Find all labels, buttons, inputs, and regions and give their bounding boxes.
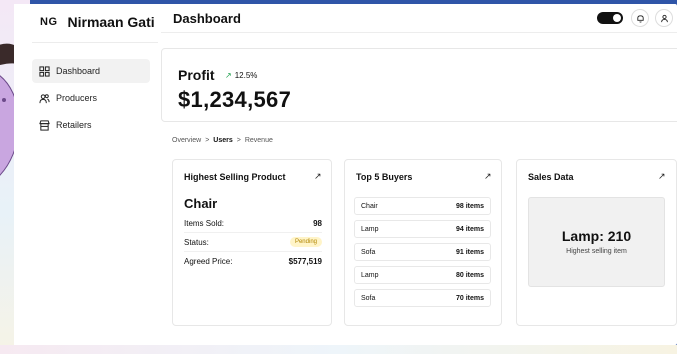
card-title: Top 5 Buyers [356, 172, 413, 182]
trend-up-icon: ↗ [225, 71, 232, 80]
buyer-name: Lamp [361, 225, 379, 233]
list-item[interactable]: Lamp 80 items [354, 266, 491, 284]
top-header: Dashboard [161, 4, 677, 32]
profit-value: $1,234,567 [178, 87, 292, 112]
detail-value: $577,519 [288, 257, 322, 266]
sidebar-divider [32, 42, 158, 43]
sales-main-value: Lamp: 210 [561, 228, 632, 244]
top-buyers-card: Top 5 Buyers ↗ Chair 98 items Lamp 94 it… [344, 159, 502, 326]
sidebar-item-label: Producers [56, 93, 98, 103]
store-icon [39, 119, 50, 131]
list-item[interactable]: Chair 98 items [354, 197, 491, 215]
external-link-icon[interactable]: ↗ [658, 171, 666, 182]
detail-label: Status: [184, 237, 209, 247]
detail-row-items-sold: Items Sold: 98 [184, 214, 322, 233]
page-title: Dashboard [173, 11, 241, 26]
sidebar-item-retailers[interactable]: Retailers [32, 113, 150, 137]
app-window: NG Nirmaan Gati Dashboard Producers Reta… [14, 4, 677, 345]
highest-selling-card: Highest Selling Product ↗ Chair Items So… [172, 159, 332, 326]
sidebar-item-label: Dashboard [56, 66, 101, 76]
sidebar-item-dashboard[interactable]: Dashboard [32, 59, 150, 83]
card-title: Sales Data [528, 172, 574, 182]
brand-logo-mark: NG [40, 16, 58, 28]
theme-toggle[interactable] [597, 12, 623, 24]
buyer-count: 91 items [455, 248, 484, 256]
detail-row-status: Status: Pending [184, 233, 322, 252]
profit-card: Profit ↗ 12.5% $1,234,567 [161, 48, 677, 122]
bell-icon [636, 14, 644, 23]
user-menu-button[interactable] [655, 9, 673, 27]
card-title: Highest Selling Product [184, 172, 286, 182]
buyer-name: Sofa [361, 248, 376, 256]
buyer-count: 94 items [455, 225, 484, 233]
breadcrumb-revenue[interactable]: Revenue [245, 137, 273, 144]
buyer-list: Chair 98 items Lamp 94 items Sofa 91 ite… [354, 197, 491, 312]
breadcrumb: Overview > Users > Revenue [172, 137, 273, 144]
list-item[interactable]: Sofa 70 items [354, 289, 491, 307]
header-divider [161, 32, 677, 33]
product-name: Chair [184, 196, 218, 211]
sales-highlight: Lamp: 210 Highest selling item [528, 197, 665, 287]
external-link-icon[interactable]: ↗ [484, 171, 492, 182]
list-item[interactable]: Lamp 94 items [354, 220, 491, 238]
sidebar-item-label: Retailers [56, 120, 92, 130]
buyer-count: 70 items [455, 294, 484, 302]
list-item[interactable]: Sofa 91 items [354, 243, 491, 261]
external-link-icon[interactable]: ↗ [314, 171, 322, 182]
users-icon [39, 93, 50, 104]
breadcrumb-overview[interactable]: Overview [172, 137, 201, 144]
user-icon [660, 14, 668, 22]
sidebar: NG Nirmaan Gati Dashboard Producers Reta… [14, 4, 161, 345]
sidebar-item-producers[interactable]: Producers [32, 86, 150, 110]
status-badge: Pending [289, 237, 322, 247]
detail-value: 98 [313, 218, 322, 228]
sales-data-card: Sales Data ↗ Lamp: 210 Highest selling i… [516, 159, 677, 326]
brand-name: Nirmaan Gati [67, 14, 155, 30]
grid-icon [39, 65, 50, 77]
profit-label: Profit [178, 67, 215, 83]
breadcrumb-users[interactable]: Users [213, 137, 232, 144]
detail-label: Agreed Price: [184, 257, 233, 266]
buyer-name: Lamp [361, 271, 379, 279]
profit-change-value: 12.5% [234, 71, 258, 80]
bottom-background-strip [0, 345, 677, 354]
detail-row-agreed-price: Agreed Price: $577,519 [184, 252, 322, 271]
notifications-button[interactable] [631, 9, 649, 27]
detail-label: Items Sold: [184, 218, 225, 228]
sidebar-nav: Dashboard Producers Retailers [32, 59, 150, 140]
buyer-name: Sofa [361, 294, 376, 302]
breadcrumb-separator: > [236, 137, 241, 144]
breadcrumb-separator: > [205, 137, 210, 144]
brand[interactable]: NG Nirmaan Gati [40, 12, 155, 32]
buyer-count: 80 items [455, 271, 484, 279]
buyer-count: 98 items [455, 202, 484, 210]
product-details: Items Sold: 98 Status: Pending Agreed Pr… [184, 214, 322, 271]
sales-subtitle: Highest selling item [566, 248, 627, 255]
profit-change: ↗ 12.5% [225, 71, 257, 80]
buyer-name: Chair [361, 202, 378, 210]
